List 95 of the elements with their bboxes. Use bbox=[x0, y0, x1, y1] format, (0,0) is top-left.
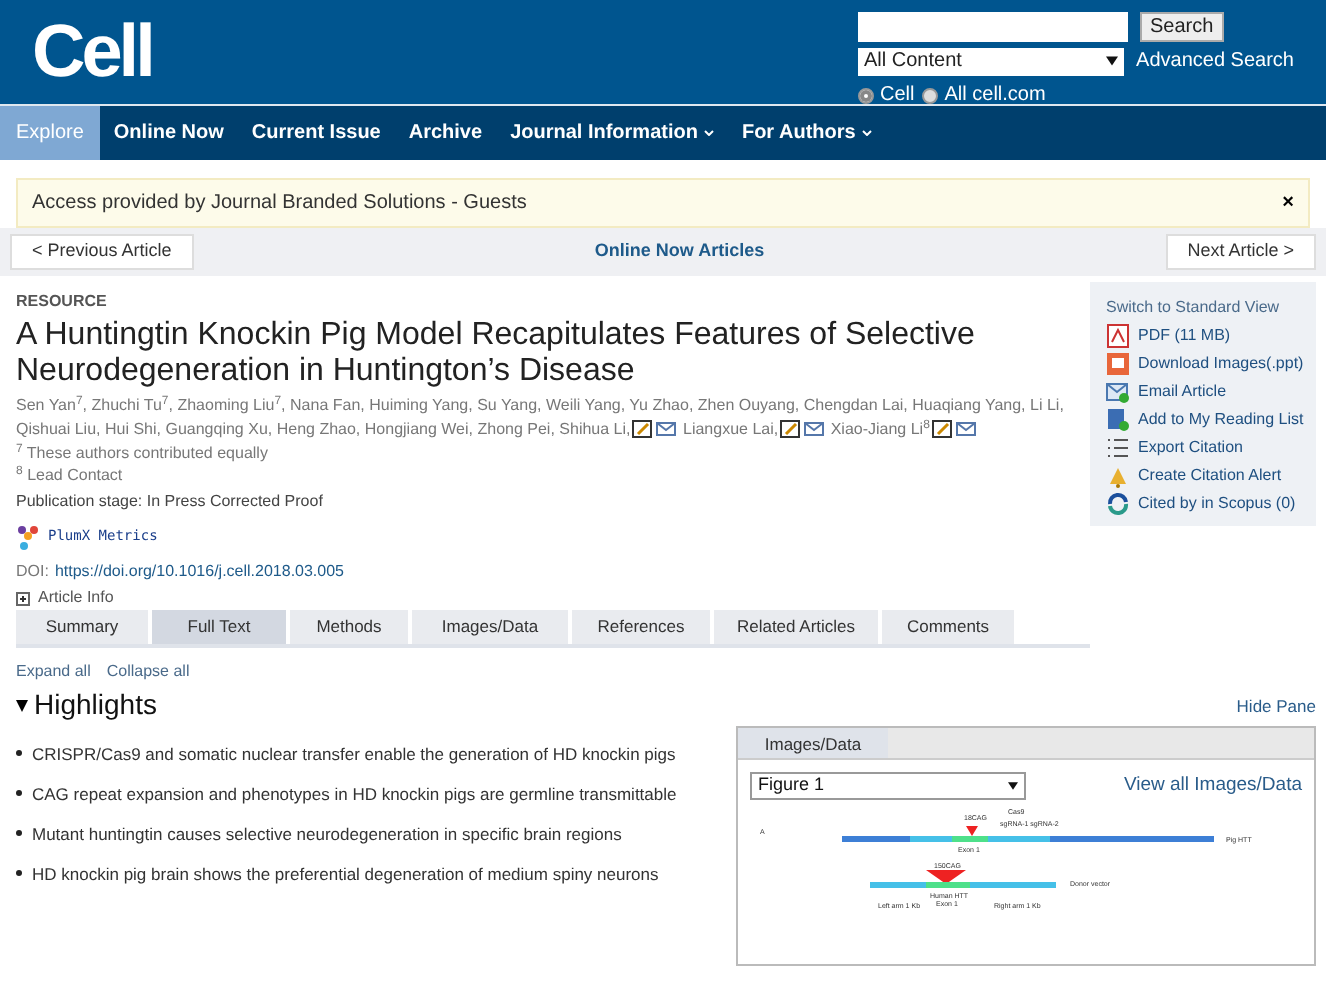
bullet-icon bbox=[16, 830, 22, 836]
highlight-item: HD knockin pig brain shows the preferential degeneration of medium spiny neurons bbox=[32, 862, 659, 886]
author-name[interactable]: Hongjiang Wei, bbox=[364, 420, 473, 438]
nav-item[interactable]: Current Issue bbox=[237, 106, 395, 160]
bullet-icon bbox=[16, 750, 22, 756]
article-tab[interactable]: Related Articles bbox=[714, 610, 878, 644]
caret-icon bbox=[1008, 781, 1018, 790]
sidebar-link[interactable]: Add to My Reading List bbox=[1138, 408, 1304, 432]
nav-item[interactable]: Online Now bbox=[99, 106, 238, 160]
expand-all-link[interactable]: Expand all bbox=[16, 660, 91, 684]
email-icon[interactable] bbox=[656, 422, 677, 437]
caret-icon bbox=[1106, 56, 1119, 66]
bullet-icon bbox=[16, 870, 22, 876]
advanced-search-link[interactable]: Advanced Search bbox=[1136, 46, 1294, 76]
email-icon[interactable] bbox=[804, 422, 825, 437]
author-name[interactable]: Sen Yan$^{7}$, bbox=[16, 396, 88, 414]
sidebar-link[interactable]: PDF (11 MB) bbox=[1138, 324, 1231, 348]
nav-item[interactable]: Journal Information bbox=[496, 106, 728, 160]
article-tab[interactable]: Comments bbox=[882, 610, 1014, 644]
author-name[interactable]: Zhaoming Liu$^{7}$, bbox=[177, 396, 286, 414]
sidebar-link[interactable]: Email Article bbox=[1138, 380, 1227, 404]
article-tab[interactable]: Full Text bbox=[152, 610, 286, 644]
article-tab[interactable]: Images/Data bbox=[412, 610, 568, 644]
email-icon[interactable] bbox=[955, 422, 976, 437]
author-note: $^{7}$ These authors contributed equally bbox=[16, 442, 270, 464]
author-name[interactable]: Yu Zhao, bbox=[629, 396, 694, 414]
author-name[interactable]: Hui Shi, bbox=[104, 420, 161, 438]
scope-radio[interactable]: All cell.com bbox=[922, 80, 1046, 110]
highlight-item: Mutant huntingtin causes selective neurodegeneration in specific brain regions bbox=[32, 822, 622, 846]
circular-arrows-icon bbox=[1106, 492, 1130, 516]
view-all-link[interactable]: View all Images/Data bbox=[1123, 771, 1302, 800]
author-name[interactable]: Zhen Ouyang, bbox=[697, 396, 800, 414]
collapse-all-link[interactable]: Collapse all bbox=[106, 660, 190, 684]
sidebar-link[interactable]: Create Citation Alert bbox=[1138, 464, 1282, 488]
article-tab[interactable]: References bbox=[572, 610, 710, 644]
article-info-link[interactable]: Article Info bbox=[38, 586, 114, 610]
switch-view-link[interactable]: Switch to Standard View bbox=[1106, 296, 1300, 320]
author-name[interactable]: Guangqing Xu, bbox=[165, 420, 273, 438]
article-title: A Huntingtin Knockin Pig Model Recapitulates Features of Selective Neurodegeneration in Huntington’s Disease bbox=[16, 318, 977, 390]
author-name[interactable]: Su Yang, bbox=[477, 396, 542, 414]
author-name[interactable]: Zhong Pei, bbox=[477, 420, 555, 438]
list-icon bbox=[1106, 436, 1130, 460]
previous-article-button[interactable]: < Previous Article bbox=[10, 234, 194, 270]
triangle-icon[interactable] bbox=[16, 699, 28, 711]
author-name[interactable]: Huiming Yang, bbox=[369, 396, 473, 414]
search-field[interactable] bbox=[858, 12, 1128, 42]
author-name[interactable]: Qishuai Liu, bbox=[16, 420, 101, 438]
pdf-icon bbox=[1106, 324, 1130, 348]
chevron-down-icon bbox=[861, 130, 872, 136]
article-tab[interactable]: Methods bbox=[290, 610, 408, 644]
cell-logo[interactable]: Cell bbox=[32, 8, 152, 104]
bell-icon bbox=[1106, 464, 1130, 488]
author-name[interactable]: Weili Yang, bbox=[546, 396, 626, 414]
expand-icon[interactable] bbox=[16, 591, 30, 605]
images-tab[interactable]: Images/Data bbox=[738, 727, 888, 758]
scope-radio[interactable]: Cell bbox=[858, 80, 915, 110]
access-text: Access provided by Journal Branded Solutions - Guests bbox=[32, 190, 527, 218]
publication-stage: Publication stage: In Press Corrected Proof bbox=[16, 490, 325, 514]
book-plus-icon bbox=[1106, 408, 1130, 432]
envelope-icon bbox=[1106, 380, 1130, 404]
author-name[interactable]: Huaqiang Yang, bbox=[912, 396, 1026, 414]
author-name[interactable]: Zhuchi Tu$^{7}$, bbox=[91, 396, 173, 414]
highlight-item: CRISPR/Cas9 and somatic nuclear transfer enable the generation of HD knockin pigs bbox=[32, 742, 676, 766]
figure-dropdown[interactable]: Figure 1 bbox=[750, 771, 1026, 800]
search-button[interactable]: Search bbox=[1140, 12, 1224, 42]
edit-icon[interactable] bbox=[632, 420, 653, 439]
author-name[interactable]: Chengdan Lai, bbox=[803, 396, 908, 414]
edit-icon[interactable] bbox=[931, 420, 952, 439]
chevron-down-icon bbox=[703, 130, 714, 136]
highlight-item: CAG repeat expansion and phenotypes in HD knockin pigs are germline transmittable bbox=[32, 782, 677, 806]
close-button[interactable]: × bbox=[1282, 188, 1294, 218]
doi-link[interactable]: https://doi.org/10.1016/j.cell.2018.03.005 bbox=[54, 560, 345, 584]
scope-dropdown[interactable]: All Content bbox=[858, 47, 1125, 75]
next-article-button[interactable]: Next Article > bbox=[1165, 234, 1316, 270]
edit-icon[interactable] bbox=[780, 420, 801, 439]
author-name[interactable]: Liangxue Lai, bbox=[683, 420, 779, 438]
sidebar-link[interactable]: Export Citation bbox=[1138, 436, 1243, 460]
online-now-link[interactable]: Online Now Articles bbox=[594, 238, 765, 266]
doi-label: DOI: bbox=[16, 560, 49, 584]
nav-item[interactable]: For Authors bbox=[727, 106, 886, 160]
hide-pane-link[interactable]: Hide Pane bbox=[1236, 694, 1316, 720]
article-tab[interactable]: Summary bbox=[16, 610, 148, 644]
author-name[interactable]: Li Li, bbox=[1030, 396, 1064, 414]
sidebar-link[interactable]: Download Images(.ppt) bbox=[1138, 352, 1304, 376]
author-note: $^{8}$ Lead Contact bbox=[16, 464, 125, 486]
slides-icon bbox=[1106, 352, 1130, 376]
author-name[interactable]: Shihua Li, bbox=[559, 420, 631, 438]
author-name[interactable]: Nana Fan, bbox=[290, 396, 365, 414]
bullet-icon bbox=[16, 790, 22, 796]
author-name[interactable]: Heng Zhao, bbox=[276, 420, 361, 438]
nav-item[interactable]: Archive bbox=[394, 106, 497, 160]
sidebar-link[interactable]: Cited by in Scopus (0) bbox=[1138, 492, 1296, 516]
author-name[interactable]: Xiao-Jiang Li$^{8}$ bbox=[830, 420, 930, 438]
article-type: RESOURCE bbox=[16, 290, 109, 314]
highlights-heading: Highlights bbox=[34, 686, 157, 724]
